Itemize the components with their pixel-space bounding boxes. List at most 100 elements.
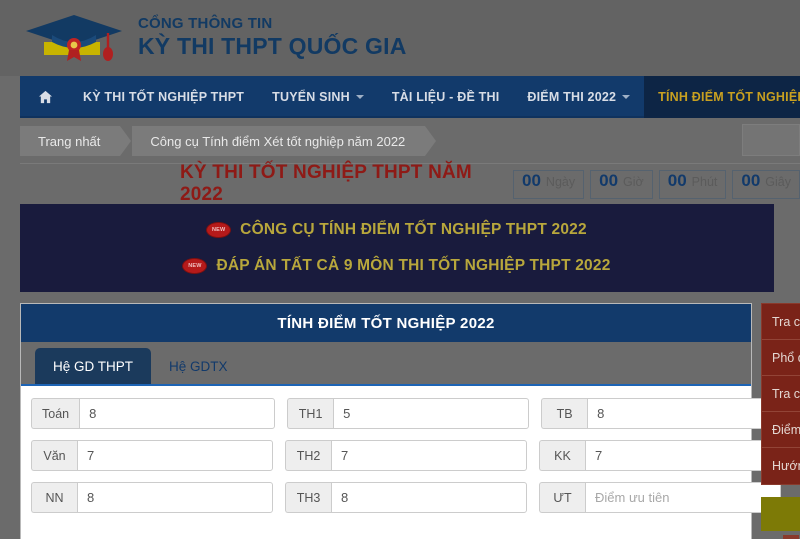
countdown-hours: 00 Giờ — [590, 169, 653, 199]
tab-label: Hệ GD THPT — [53, 358, 134, 374]
breadcrumb-item-home[interactable]: Trang nhất — [20, 126, 132, 156]
calculator-card: TÍNH ĐIỂM TỐT NGHIỆP 2022 Hệ GD THPT Hệ … — [20, 303, 784, 539]
nav-home-button[interactable] — [20, 76, 69, 118]
breadcrumb-label: Trang nhất — [38, 133, 101, 149]
score-form: Toán TH1 TB — [21, 386, 784, 525]
th1-input[interactable] — [333, 398, 530, 429]
kk-input[interactable] — [585, 440, 781, 471]
promo-banner: NEW CÔNG CỤ TÍNH ĐIỂM TỐT NGHIỆP THPT 20… — [20, 204, 774, 292]
field-label: TH3 — [285, 482, 331, 513]
sidebar-item-5[interactable]: Hướng — [762, 448, 800, 484]
countdown-value: 00 — [522, 170, 541, 190]
countdown-days: 00 Ngày — [513, 169, 585, 199]
field-label: Toán — [31, 398, 80, 429]
van-input[interactable] — [77, 440, 273, 471]
chevron-down-icon — [622, 95, 631, 99]
field-tb: TB — [541, 398, 784, 429]
calculator-section: TÍNH ĐIỂM TỐT NGHIỆP 2022 Hệ GD THPT Hệ … — [20, 303, 800, 539]
new-badge-icon: NEW — [207, 223, 231, 237]
sidebar-item-label: Phổ điểm — [772, 350, 800, 365]
countdown-timer: 00 Ngày 00 Giờ 00 Phút 00 Giây — [513, 169, 800, 199]
field-label: TB — [541, 398, 588, 429]
sidebar-item-1[interactable]: Tra cứu — [762, 304, 800, 340]
calculator-title: TÍNH ĐIỂM TỐT NGHIỆP 2022 — [21, 304, 751, 342]
nav-item-label: ĐIỂM THI 2022 — [527, 90, 617, 104]
form-row: Toán TH1 TB — [31, 398, 784, 429]
field-kk: KK — [539, 440, 781, 471]
home-icon — [38, 90, 53, 104]
field-label: KK — [539, 440, 585, 471]
nav-item-diem-thi-2022[interactable]: ĐIỂM THI 2022 — [513, 76, 644, 118]
field-label: TH1 — [287, 398, 334, 429]
site-header: CỔNG THÔNG TIN KỲ THI THPT QUỐC GIA — [0, 0, 800, 76]
sidebar-menu: Tra cứu Phổ điểm Tra cứu Điểm Hướng — [761, 303, 800, 485]
nav-item-tuyen-sinh[interactable]: TUYỂN SINH — [258, 76, 378, 118]
countdown-unit: Phút — [691, 174, 718, 189]
calculator-tabs: Hệ GD THPT Hệ GDTX — [21, 342, 751, 386]
exam-title: KỲ THI TỐT NGHIỆP THPT NĂM 2022 — [180, 162, 472, 205]
form-row: NN TH3 ƯT — [31, 482, 781, 513]
sidebar-item-label: Điểm — [772, 422, 800, 437]
countdown-value: 00 — [599, 170, 619, 190]
nav-item-label: TUYỂN SINH — [272, 90, 350, 104]
site-logo[interactable]: CỔNG THÔNG TIN KỲ THI THPT QUỐC GIA — [22, 9, 407, 67]
sidebar-item-3[interactable]: Tra cứu — [762, 376, 800, 412]
sidebar-item-label: Hướng — [772, 459, 800, 473]
sidebar-promo-block[interactable] — [761, 497, 800, 531]
banner-link-answers[interactable]: NEW ĐÁP ÁN TẤT CẢ 9 MÔN THI TỐT NGHIỆP T… — [183, 257, 610, 275]
field-toan: Toán — [31, 398, 276, 429]
th2-input[interactable] — [331, 440, 527, 471]
logo-line-1: CỔNG THÔNG TIN — [138, 15, 273, 32]
sidebar-item-label: Tra cứu — [772, 386, 800, 401]
graduation-cap-icon — [22, 9, 126, 67]
logo-line-2: KỲ THI THPT QUỐC GIA — [138, 33, 407, 59]
right-sidebar: Tra cứu Phổ điểm Tra cứu Điểm Hướng — [761, 303, 800, 539]
exam-countdown-row: KỲ THI TỐT NGHIỆP THPT NĂM 2022 00 Ngày … — [20, 162, 800, 205]
countdown-minutes: 00 Phút — [658, 169, 727, 199]
main-content: KỲ THI TỐT NGHIỆP THPT NĂM 2022 00 Ngày … — [20, 162, 800, 539]
field-ut: ƯT — [539, 482, 781, 513]
field-label: NN — [31, 482, 77, 513]
nav-item-label: TÀI LIỆU - ĐỀ THI — [391, 90, 500, 104]
sidebar-accent-block — [783, 535, 799, 539]
breadcrumb-label: Công cụ Tính điểm Xét tốt nghiệp năm 202… — [150, 133, 406, 149]
nav-item-label: TÍNH ĐIỂM TỐT NGHIỆP — [658, 90, 800, 104]
countdown-unit: Ngày — [545, 174, 576, 189]
toan-input[interactable] — [79, 398, 276, 429]
ut-input[interactable] — [585, 482, 781, 513]
chevron-down-icon — [355, 95, 364, 99]
nav-item-ky-thi-tot-nghiep[interactable]: KỲ THI TỐT NGHIỆP THPT — [69, 76, 258, 118]
nav-item-tinh-diem-tot-nghiep[interactable]: TÍNH ĐIỂM TỐT NGHIỆP — [644, 76, 800, 118]
logo-text: CỔNG THÔNG TIN KỲ THI THPT QUỐC GIA — [138, 16, 407, 60]
form-row: Văn TH2 KK — [31, 440, 781, 471]
page-root: CỔNG THÔNG TIN KỲ THI THPT QUỐC GIA KỲ T… — [0, 0, 800, 539]
th3-input[interactable] — [331, 482, 527, 513]
nav-item-tai-lieu-de-thi[interactable]: TÀI LIỆU - ĐỀ THI — [378, 76, 514, 118]
nav-item-label: KỲ THI TỐT NGHIỆP THPT — [83, 90, 245, 104]
banner-link-calculator[interactable]: NEW CÔNG CỤ TÍNH ĐIỂM TỐT NGHIỆP THPT 20… — [207, 221, 587, 239]
tab-he-gd-thpt[interactable]: Hệ GD THPT — [35, 348, 152, 384]
tab-label: Hệ GDTX — [169, 358, 228, 374]
breadcrumb: Trang nhất Công cụ Tính điểm Xét tốt ngh… — [20, 118, 800, 164]
breadcrumb-search-box[interactable] — [742, 124, 800, 156]
field-label: TH2 — [285, 440, 331, 471]
field-nn: NN — [31, 482, 273, 513]
sidebar-item-4[interactable]: Điểm — [762, 412, 800, 448]
countdown-unit: Giờ — [623, 174, 644, 189]
field-van: Văn — [31, 440, 273, 471]
new-badge-icon: NEW — [183, 259, 207, 273]
banner-link-label: ĐÁP ÁN TẤT CẢ 9 MÔN THI TỐT NGHIỆP THPT … — [216, 257, 611, 274]
breadcrumb-item-current[interactable]: Công cụ Tính điểm Xét tốt nghiệp năm 202… — [132, 126, 437, 156]
tb-input[interactable] — [587, 398, 784, 429]
banner-link-label: CÔNG CỤ TÍNH ĐIỂM TỐT NGHIỆP THPT 2022 — [240, 221, 587, 238]
main-navigation: KỲ THI TỐT NGHIỆP THPT TUYỂN SINH TÀI LI… — [20, 76, 800, 118]
sidebar-item-2[interactable]: Phổ điểm — [762, 340, 800, 376]
field-label: Văn — [31, 440, 77, 471]
nn-input[interactable] — [77, 482, 273, 513]
countdown-seconds: 00 Giây — [732, 169, 800, 199]
field-th3: TH3 — [285, 482, 527, 513]
field-th2: TH2 — [285, 440, 527, 471]
tab-he-gdtx[interactable]: Hệ GDTX — [151, 348, 246, 384]
field-th1: TH1 — [287, 398, 530, 429]
countdown-value: 00 — [667, 170, 687, 190]
